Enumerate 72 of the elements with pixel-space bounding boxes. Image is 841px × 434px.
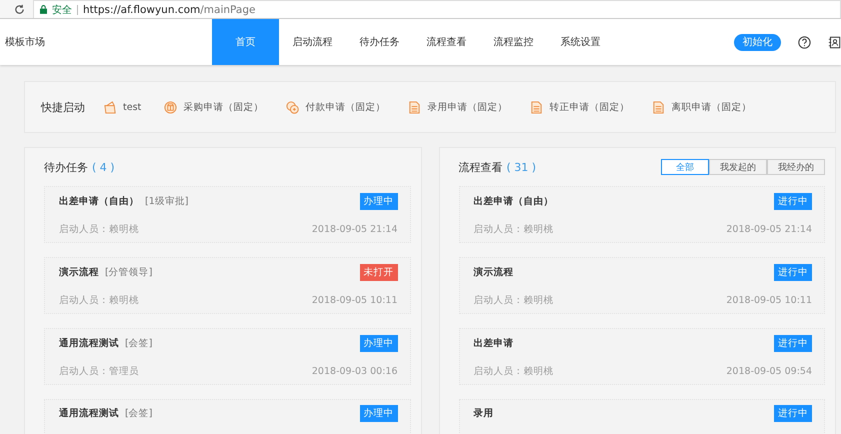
status-badge: 办理中 xyxy=(360,193,398,210)
task-card[interactable]: 出差申请（自由） [1级审批] 办理中 启动人员：赖明桃 2018-09-05 21:14 xyxy=(44,186,410,243)
flow-name: 演示流程 xyxy=(474,266,514,280)
task-name: 通用流程测试 xyxy=(59,337,119,350)
quick-start-link[interactable]: test xyxy=(104,100,142,114)
secure-label: 安全 xyxy=(52,4,72,16)
folder-icon xyxy=(104,100,117,114)
flow-card[interactable]: 录用 进行中 xyxy=(458,399,825,434)
lock-icon xyxy=(40,5,47,14)
help-icon[interactable] xyxy=(798,34,812,50)
document-icon xyxy=(408,100,422,114)
flow-card[interactable]: 演示流程 进行中 启动人员：赖明桃 2018-09-05 10:11 xyxy=(458,257,825,314)
task-time: 2018-09-03 00:16 xyxy=(312,366,398,377)
flow-name: 录用 xyxy=(474,407,494,420)
filter-tab[interactable]: 我经办的 xyxy=(767,159,825,175)
address-bar[interactable]: 安全 https://af.flowyun.com/mainPage xyxy=(33,0,841,18)
quick-start-link[interactable]: 转正申请（固定） xyxy=(530,100,630,114)
coins-icon xyxy=(286,100,300,114)
document-icon xyxy=(652,100,666,114)
url-text: https://af.flowyun.com/mainPage xyxy=(83,4,256,16)
task-card[interactable]: 通用流程测试 [会签] 办理中 启动人员：管理员 2018-09-03 00:16 xyxy=(44,328,410,385)
task-count: ( 4 ) xyxy=(92,160,115,174)
task-step: [分管领导] xyxy=(105,266,152,280)
quick-start-link[interactable]: 录用申请（固定） xyxy=(408,100,508,114)
flow-card[interactable]: 出差申请 进行中 启动人员：赖明桃 2018-09-05 09:54 xyxy=(458,328,825,385)
nav-tab[interactable]: 启动流程 xyxy=(278,19,346,65)
flow-card[interactable]: 出差申请（自由） 进行中 启动人员：赖明桃 2018-09-05 21:14 xyxy=(458,186,825,243)
task-name: 演示流程 xyxy=(59,266,99,280)
starter-text: 启动人员：赖明桃 xyxy=(474,294,554,307)
starter-text: 启动人员：管理员 xyxy=(59,364,139,378)
filter-tab[interactable]: 我发起的 xyxy=(709,159,767,175)
task-name: 出差申请（自由） xyxy=(59,195,139,208)
starter-text: 启动人员：赖明桃 xyxy=(474,364,554,378)
shop-icon xyxy=(164,100,178,114)
status-badge: 未打开 xyxy=(360,264,398,282)
nav-tab[interactable]: 流程监控 xyxy=(480,19,547,65)
flow-time: 2018-09-05 09:54 xyxy=(726,366,812,377)
status-badge: 进行中 xyxy=(774,405,812,422)
task-name: 通用流程测试 xyxy=(59,407,119,420)
flow-count: ( 31 ) xyxy=(506,160,536,174)
quick-start-link[interactable]: 付款申请（固定） xyxy=(286,100,386,114)
flow-time: 2018-09-05 10:11 xyxy=(726,294,812,306)
flow-name: 出差申请（自由） xyxy=(474,195,554,208)
nav-tab[interactable]: 系统设置 xyxy=(546,19,614,65)
quick-start-link[interactable]: 离职申请（固定） xyxy=(652,100,752,114)
task-card[interactable]: 演示流程 [分管领导] 未打开 启动人员：赖明桃 2018-09-05 10:11 xyxy=(44,257,410,314)
nav-tab[interactable]: 待办任务 xyxy=(346,19,413,65)
status-badge: 办理中 xyxy=(360,405,398,422)
task-time: 2018-09-05 10:11 xyxy=(312,294,398,306)
status-badge: 进行中 xyxy=(774,264,812,282)
flow-name: 出差申请 xyxy=(474,337,514,350)
nav-tab[interactable]: 流程查看 xyxy=(412,19,480,65)
starter-text: 启动人员：赖明桃 xyxy=(474,222,554,236)
flow-time: 2018-09-05 21:14 xyxy=(726,224,812,235)
status-badge: 办理中 xyxy=(360,335,398,352)
task-time: 2018-09-05 21:14 xyxy=(312,224,398,235)
task-step: [会签] xyxy=(125,337,152,350)
task-step: [会签] xyxy=(125,407,152,420)
template-market-link[interactable]: 模板市场 xyxy=(5,35,212,49)
starter-text: 启动人员：赖明桃 xyxy=(59,294,139,307)
quick-start-link[interactable]: 采购申请（固定） xyxy=(164,100,264,114)
starter-text: 启动人员：赖明桃 xyxy=(59,222,139,236)
quick-start-title: 快捷启动 xyxy=(41,100,85,114)
panel-title: 待办任务 xyxy=(44,160,88,174)
document-icon xyxy=(530,100,544,114)
contact-card-icon[interactable] xyxy=(828,34,841,50)
panel-title: 流程查看 xyxy=(458,160,502,174)
reload-icon[interactable] xyxy=(14,4,25,14)
task-step: [1级审批] xyxy=(145,195,188,208)
task-card[interactable]: 通用流程测试 [会签] 办理中 xyxy=(44,399,410,434)
status-badge: 进行中 xyxy=(774,335,812,352)
status-badge: 进行中 xyxy=(774,193,812,210)
